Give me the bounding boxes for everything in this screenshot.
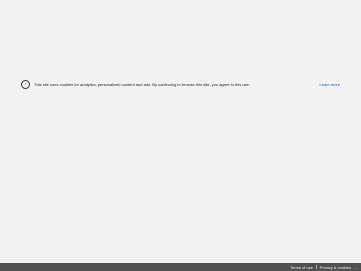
cookie-banner: i This site uses cookies for analytics, … (18, 78, 343, 90)
cookie-message: This site uses cookies for analytics, pe… (34, 81, 250, 87)
more-options-button[interactable]: ... (354, 265, 359, 270)
learn-more-link[interactable]: Learn more (320, 82, 340, 87)
page: i This site uses cookies for analytics, … (0, 0, 361, 271)
info-icon: i (21, 79, 30, 89)
footer-divider (315, 265, 317, 269)
footer-bar: Terms of use Privacy & cookies ... (0, 263, 361, 271)
terms-of-use-link[interactable]: Terms of use (290, 265, 313, 270)
privacy-cookies-link[interactable]: Privacy & cookies (320, 265, 352, 270)
